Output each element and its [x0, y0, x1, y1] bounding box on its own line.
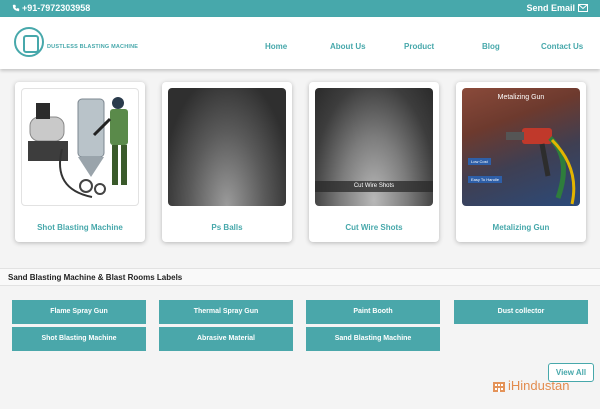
tag-button-abrasive-material[interactable]: Abrasive Material	[159, 327, 293, 351]
send-email-link[interactable]: Send Email	[526, 3, 588, 13]
product-image-cut-wire-shots: Cut Wire Shots	[315, 88, 433, 206]
product-image-ps-balls	[168, 88, 286, 206]
watermark: iHindustan	[492, 378, 569, 393]
phone-icon	[12, 4, 20, 12]
tag-button-sand-blasting-machine[interactable]: Sand Blasting Machine	[306, 327, 440, 351]
nav-about-us[interactable]: About Us	[330, 42, 366, 51]
tag-button-thermal-spray-gun[interactable]: Thermal Spray Gun	[159, 300, 293, 324]
tag-button-dust-collector[interactable]: Dust collector	[454, 300, 588, 324]
nav-contact-us[interactable]: Contact Us	[541, 42, 583, 51]
product-card[interactable]: Ps Balls	[162, 82, 292, 242]
product-label: Metalizing Gun	[492, 223, 550, 232]
product-card[interactable]: Cut Wire Shots Cut Wire Shots	[309, 82, 439, 242]
send-email-label: Send Email	[526, 3, 575, 13]
site-logo[interactable]: DUSTLESS BLASTING MACHINE	[14, 27, 138, 57]
nav-home[interactable]: Home	[265, 42, 287, 51]
phone-number: +91-7972303958	[22, 3, 91, 13]
product-label: Shot Blasting Machine	[37, 223, 123, 232]
product-card[interactable]: Shot Blasting Machine	[15, 82, 145, 242]
site-header: DUSTLESS BLASTING MACHINE Home About Us …	[0, 17, 600, 69]
nav-blog[interactable]: Blog	[482, 42, 500, 51]
image-tag-low-cost: Low Cost	[468, 158, 491, 165]
logo-text: DUSTLESS BLASTING MACHINE	[47, 44, 139, 50]
top-bar: +91-7972303958 Send Email	[0, 0, 600, 17]
logo-mark	[14, 27, 44, 57]
product-image-metalizing-gun: Metalizing Gun Low Cost Easy To Handle	[462, 88, 580, 206]
tag-button-flame-spray-gun[interactable]: Flame Spray Gun	[12, 300, 146, 324]
section-title: Sand Blasting Machine & Blast Rooms Labe…	[8, 273, 183, 282]
product-image-shot-blasting-machine	[21, 88, 139, 206]
nav-product[interactable]: Product	[404, 42, 434, 51]
tag-button-paint-booth[interactable]: Paint Booth	[306, 300, 440, 324]
watermark-text: iHindustan	[508, 378, 570, 393]
envelope-icon	[578, 4, 588, 12]
image-caption: Cut Wire Shots	[315, 181, 433, 192]
building-icon	[492, 379, 506, 393]
section-heading: Sand Blasting Machine & Blast Rooms Labe…	[0, 268, 600, 286]
product-card[interactable]: Metalizing Gun Low Cost Easy To Handle M…	[456, 82, 586, 242]
image-tag-easy-to-handle: Easy To Handle	[468, 176, 502, 183]
product-label: Ps Balls	[211, 223, 243, 232]
tag-button-shot-blasting-machine[interactable]: Shot Blasting Machine	[12, 327, 146, 351]
phone-contact[interactable]: +91-7972303958	[12, 3, 90, 13]
product-label: Cut Wire Shots	[345, 223, 403, 232]
